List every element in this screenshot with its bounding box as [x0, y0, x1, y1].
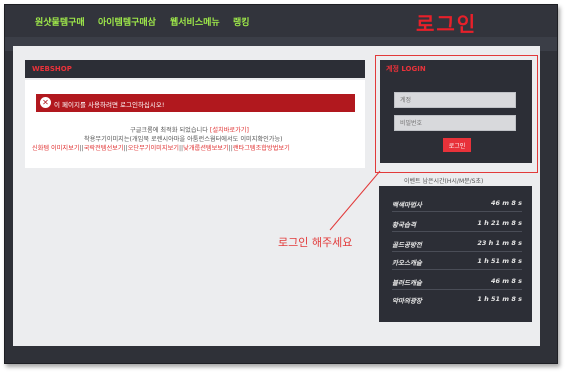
- nav-item-item-purchase[interactable]: 아이템템구매삼: [98, 15, 156, 28]
- event-time: 46 m 8 s: [491, 277, 522, 285]
- nav-item-ranking[interactable]: 랭킹: [233, 15, 250, 28]
- link-wing-items[interactable]: 낮개룹션템보보기: [183, 145, 229, 152]
- login-title: 계정 LOGIN: [386, 65, 426, 73]
- event-row: 골드공방전 23 h 1 m 8 s: [392, 232, 522, 252]
- password-input[interactable]: [394, 115, 516, 131]
- event-name: 골드공방전: [392, 241, 422, 249]
- event-name: 악마의광장: [392, 297, 422, 305]
- event-row: 악마의광장 1 h 51 m 8 s: [392, 288, 522, 308]
- event-row: 백색마법사 46 m 8 s: [392, 192, 522, 212]
- close-icon: ✕: [40, 97, 51, 108]
- event-time: 46 m 8 s: [491, 199, 522, 207]
- link-combination-guide[interactable]: 랜타그템조합방법보기: [233, 145, 290, 152]
- account-input[interactable]: [394, 92, 516, 108]
- event-time: 23 h 1 m 8 s: [477, 239, 522, 247]
- annotation-note: 로그인 해주세요: [278, 236, 353, 249]
- login-required-alert: ✕ 이 페이지를 사용하려면 로그인하십시오!: [36, 94, 355, 112]
- nav-item-oneshot-purchase[interactable]: 원샷물템구매: [35, 15, 85, 28]
- weapon-image-notice: 착용무기이미지는(개임북 로렌시아마을 아툼런스웜터에서도 이미지확인가능): [84, 136, 283, 143]
- browser-notice: 구글크롬에 최적화 되었습니다 [설치바로가기]: [130, 125, 249, 134]
- event-row: 카오스캐슬 1 h 51 m 8 s: [392, 250, 522, 270]
- login-button[interactable]: 로그인: [443, 138, 471, 152]
- nav-item-web-service-menu[interactable]: 웹서비스메뉴: [170, 15, 220, 28]
- event-time: 1 h 51 m 8 s: [477, 295, 522, 303]
- browser-notice-text: 구글크롬에 최적화 되었습니다: [130, 127, 208, 134]
- link-mythic-items[interactable]: 신화템 이미지보기: [32, 145, 80, 152]
- event-row: 블러드캐슬 46 m 8 s: [392, 270, 522, 290]
- event-name: 카오스캐슬: [392, 259, 422, 267]
- event-timer-caption: 이벤트 남은시간(H시/M분/S초): [404, 178, 484, 185]
- event-row: 황국습격 1 h 21 m 8 s: [392, 212, 522, 232]
- image-links-row: 신화템 이미지보기||국락전템선보기||오단무기이미지보기||낮개룹션템보보기|…: [32, 143, 290, 152]
- link-item-view[interactable]: 국락전템선보기: [84, 145, 124, 152]
- event-name: 블러드캐슬: [392, 279, 422, 287]
- event-time: 1 h 21 m 8 s: [477, 219, 522, 227]
- webshop-header: WEBSHOP: [25, 60, 365, 78]
- event-name: 황국습격: [392, 221, 416, 229]
- event-time: 1 h 51 m 8 s: [477, 257, 522, 265]
- alert-text: 이 페이지를 사용하려면 로그인하십시오!: [54, 101, 165, 109]
- annotation-title: 로그인: [416, 12, 478, 36]
- link-weapon-images[interactable]: 오단무기이미지보기: [128, 145, 179, 152]
- event-name: 백색마법사: [392, 201, 422, 209]
- install-link[interactable]: [설치바로가기]: [210, 127, 249, 134]
